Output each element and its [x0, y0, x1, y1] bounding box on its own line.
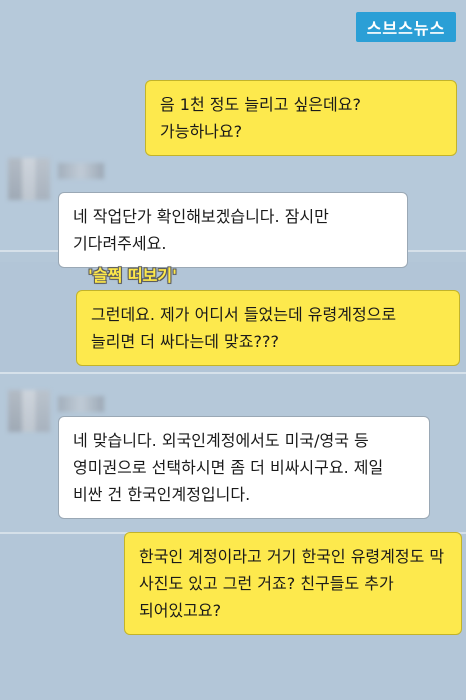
blurred-sender-name — [58, 396, 104, 412]
my-message-bubble: 한국인 계정이라고 거기 한국인 유령계정도 막 사진도 있고 그런 거죠? 친… — [124, 532, 462, 635]
panel-divider — [0, 372, 466, 374]
my-message-bubble: 그런데요. 제가 어디서 들었는데 유령계정으로 늘리면 더 싸다는데 맞죠??… — [76, 290, 460, 366]
blurred-avatar-icon — [8, 158, 50, 200]
caption-overlay: '슬쩍 떠보기' — [88, 266, 177, 285]
their-message-bubble: 네 맞습니다. 외국인계정에서도 미국/영국 등 영미권으로 선택하시면 좀 더… — [58, 416, 430, 519]
blurred-sender-name — [58, 163, 104, 179]
blurred-avatar-icon — [8, 390, 50, 432]
sbs-news-logo: 스브스뉴스 — [356, 12, 456, 42]
their-message-bubble: 네 작업단가 확인해보겠습니다. 잠시만 기다려주세요. — [58, 192, 408, 268]
my-message-bubble: 음 1천 정도 늘리고 싶은데요? 가능하나요? — [145, 80, 457, 156]
